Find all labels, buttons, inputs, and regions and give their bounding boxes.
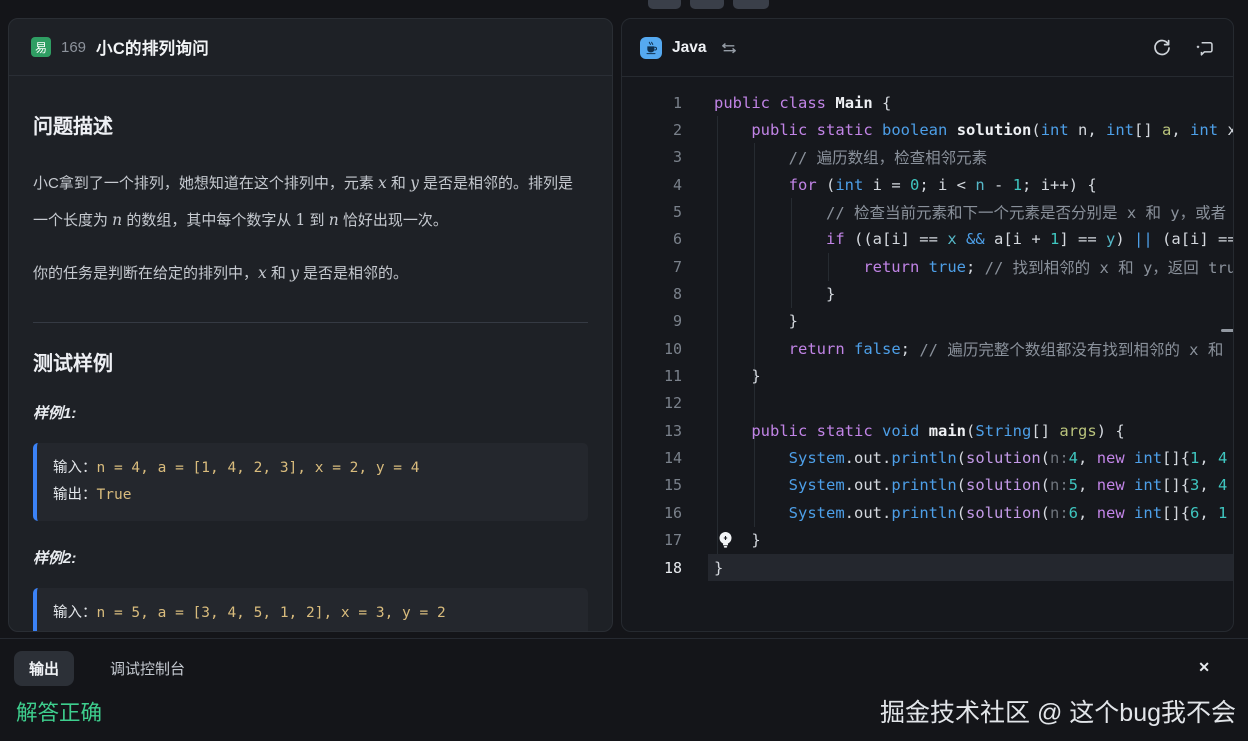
- line-number: 14: [622, 449, 682, 467]
- code-text: return false; // 遍历完整个数组都没有找到相邻的 x 和 y: [708, 335, 1233, 362]
- code-line[interactable]: 17 }: [622, 527, 1233, 554]
- code-line[interactable]: 6 if ((a[i] == x && a[i + 1] == y) || (a…: [622, 226, 1233, 253]
- window-tab-stub: [648, 0, 681, 9]
- code-text: }: [708, 280, 1233, 307]
- code-text: System.out.println(solution(n:5, new int…: [708, 472, 1233, 499]
- difficulty-badge: 易: [31, 37, 51, 57]
- description-paragraph: 小C拿到了一个排列，她想知道在这个排列中，元素 x 和 y 是否是相邻的。排列是…: [33, 165, 588, 239]
- tab-debug-console[interactable]: 调试控制台: [110, 658, 185, 679]
- sample1-label: 样例1:: [33, 402, 588, 423]
- description-heading: 问题描述: [33, 110, 588, 139]
- feedback-icon[interactable]: [1194, 38, 1215, 58]
- problem-title: 小C的排列询问: [96, 35, 209, 59]
- code-line[interactable]: 1 public class Main {: [622, 89, 1233, 116]
- line-number: 9: [622, 312, 682, 330]
- code-area[interactable]: 1public class Main {2 public static bool…: [622, 77, 1233, 631]
- line-number: 10: [622, 340, 682, 358]
- code-text: // 检查当前元素和下一个元素是否分别是 x 和 y，或者: [708, 198, 1233, 225]
- code-text: public static void main(String[] args) {: [708, 417, 1233, 444]
- code-line[interactable]: 2 public static boolean solution(int n, …: [622, 116, 1233, 143]
- code-text: }: [708, 308, 1233, 335]
- watermark: 掘金技术社区 @ 这个bug我不会: [880, 693, 1236, 729]
- java-icon: [640, 37, 662, 59]
- line-number: 17: [622, 531, 682, 549]
- code-line[interactable]: 12: [622, 390, 1233, 417]
- editor-header: Java: [622, 19, 1233, 77]
- sample2-input: 输入：n = 5, a = [3, 4, 5, 1, 2], x = 3, y …: [53, 600, 572, 627]
- code-text: // 遍历数组，检查相邻元素: [708, 144, 1233, 171]
- code-text: System.out.println(solution(n:4, new int…: [708, 444, 1233, 471]
- code-text: }: [708, 554, 1233, 581]
- close-icon[interactable]: ✕: [1198, 659, 1210, 676]
- sample1-block: 输入：n = 4, a = [1, 4, 2, 3], x = 2, y = 4…: [33, 443, 588, 521]
- code-line[interactable]: 8 }: [622, 280, 1233, 307]
- code-line[interactable]: 11 }: [622, 362, 1233, 389]
- line-number: 18: [622, 559, 682, 577]
- line-number: 4: [622, 176, 682, 194]
- code-text: System.out.println(solution(n:6, new int…: [708, 499, 1233, 526]
- line-number: 1: [622, 94, 682, 112]
- code-line[interactable]: 15 System.out.println(solution(n:5, new …: [622, 472, 1233, 499]
- code-line[interactable]: 4 for (int i = 0; i < n - 1; i++) {: [622, 171, 1233, 198]
- window-tab-stub: [733, 0, 769, 9]
- line-number: 6: [622, 230, 682, 248]
- language-label[interactable]: Java: [672, 39, 706, 57]
- reset-code-icon[interactable]: [1152, 38, 1172, 58]
- problem-content: 问题描述 小C拿到了一个排列，她想知道在这个排列中，元素 x 和 y 是否是相邻…: [9, 76, 612, 632]
- description-paragraph: 你的任务是判断在给定的排列中，x 和 y 是否是相邻的。: [33, 255, 588, 292]
- line-number: 12: [622, 394, 682, 412]
- code-line[interactable]: 14 System.out.println(solution(n:4, new …: [622, 444, 1233, 471]
- code-line[interactable]: 3 // 遍历数组，检查相邻元素: [622, 144, 1233, 171]
- code-line[interactable]: 13 public static void main(String[] args…: [622, 417, 1233, 444]
- line-number: 13: [622, 422, 682, 440]
- code-text: }: [708, 527, 1233, 554]
- problem-id: 169: [61, 39, 86, 56]
- window-tab-stub: [690, 0, 724, 9]
- code-line[interactable]: 16 System.out.println(solution(n:6, new …: [622, 499, 1233, 526]
- sample1-input: 输入：n = 4, a = [1, 4, 2, 3], x = 2, y = 4: [53, 455, 572, 482]
- code-line[interactable]: 5 // 检查当前元素和下一个元素是否分别是 x 和 y，或者: [622, 198, 1233, 225]
- code-line[interactable]: 9 }: [622, 308, 1233, 335]
- problem-header: 易 169 小C的排列询问: [9, 19, 612, 76]
- result-status: 解答正确: [16, 696, 102, 727]
- sample2-output: 输出：False: [53, 627, 572, 632]
- code-text: public static boolean solution(int n, in…: [708, 116, 1233, 143]
- console-panel: 输出 调试控制台 ✕ 解答正确 掘金技术社区 @ 这个bug我不会: [0, 638, 1248, 741]
- code-line[interactable]: 10 return false; // 遍历完整个数组都没有找到相邻的 x 和 …: [622, 335, 1233, 362]
- line-number: 2: [622, 121, 682, 139]
- line-number: 11: [622, 367, 682, 385]
- line-number: 8: [622, 285, 682, 303]
- code-text: [708, 390, 1233, 417]
- line-number: 15: [622, 476, 682, 494]
- tab-output[interactable]: 输出: [14, 651, 74, 686]
- section-divider: [33, 322, 588, 323]
- app-screen: 易 169 小C的排列询问 问题描述 小C拿到了一个排列，她想知道在这个排列中，…: [0, 0, 1248, 741]
- lightbulb-icon[interactable]: [716, 530, 735, 550]
- code-text: public class Main {: [708, 89, 1233, 116]
- swap-language-icon[interactable]: [720, 40, 738, 56]
- line-number: 7: [622, 258, 682, 276]
- scrollbar-thumb[interactable]: [1221, 329, 1234, 332]
- code-text: for (int i = 0; i < n - 1; i++) {: [708, 171, 1233, 198]
- code-line[interactable]: 18}: [622, 554, 1233, 581]
- code-text: return true; // 找到相邻的 x 和 y，返回 true: [708, 253, 1233, 280]
- code-text: }: [708, 362, 1233, 389]
- console-tabs: 输出 调试控制台: [0, 639, 1248, 686]
- line-number: 3: [622, 148, 682, 166]
- samples-heading: 测试样例: [33, 347, 588, 376]
- line-number: 5: [622, 203, 682, 221]
- sample2-block: 输入：n = 5, a = [3, 4, 5, 1, 2], x = 3, y …: [33, 588, 588, 632]
- line-number: 16: [622, 504, 682, 522]
- sample1-output: 输出：True: [53, 482, 572, 509]
- code-text: if ((a[i] == x && a[i + 1] == y) || (a[i…: [708, 226, 1233, 253]
- problem-panel: 易 169 小C的排列询问 问题描述 小C拿到了一个排列，她想知道在这个排列中，…: [8, 18, 613, 632]
- code-line[interactable]: 7 return true; // 找到相邻的 x 和 y，返回 true: [622, 253, 1233, 280]
- code-editor-panel: Java: [621, 18, 1234, 632]
- sample2-label: 样例2:: [33, 547, 588, 568]
